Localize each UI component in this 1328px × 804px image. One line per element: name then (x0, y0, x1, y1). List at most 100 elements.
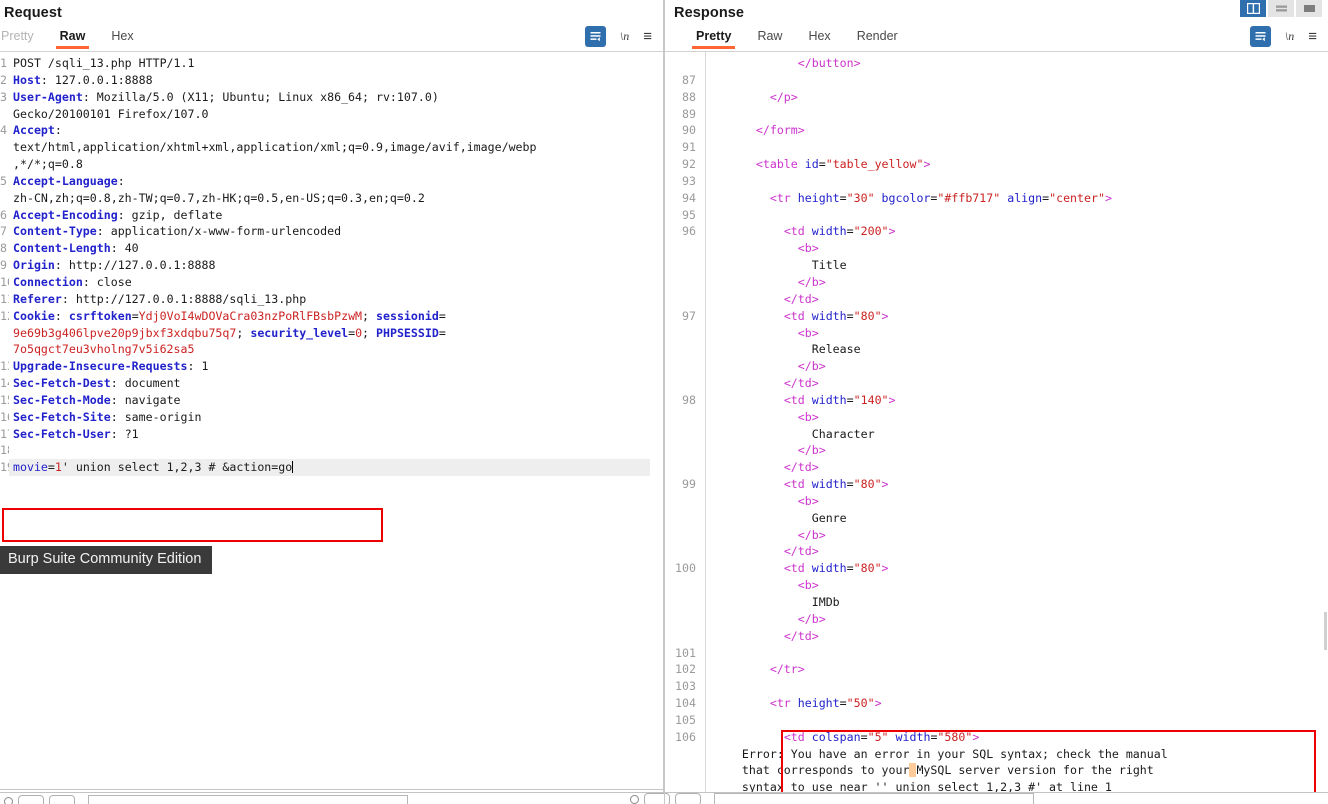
code-line: Accept-Encoding: gzip, deflate (13, 207, 663, 224)
code-token: zh-CN,zh;q=0.8,zh-TW;q=0.7,zh-HK;q=0.5,e… (13, 190, 425, 205)
code-line: </td> (714, 291, 1328, 308)
code-line: Accept: (13, 122, 663, 139)
code-token: </td> (783, 628, 819, 643)
code-line: <td width="80"> (714, 560, 1328, 577)
request-content[interactable]: POST /sqli_13.php HTTP/1.1 Host: 127.0.0.… (9, 52, 663, 477)
line-number: 17 (0, 426, 9, 441)
split-vertical-button[interactable] (1240, 0, 1266, 17)
line-number: 103 (675, 679, 696, 694)
split-horizontal-button[interactable] (1268, 0, 1294, 17)
code-token: = (839, 190, 847, 205)
tab-request-hex[interactable]: Hex (111, 25, 133, 48)
code-token: Cookie (13, 308, 55, 323)
code-line: <tr height="30" bgcolor="#ffb717" align=… (714, 190, 1328, 207)
code-token: align (1007, 190, 1043, 205)
sql-error-line: Error: You have an error in your SQL syn… (714, 746, 1328, 763)
line-number: 101 (675, 645, 696, 660)
text-caret (292, 461, 294, 474)
menu-icon[interactable]: ≡ (1308, 29, 1317, 44)
line-number: 98 (682, 392, 696, 407)
line-number (664, 426, 696, 443)
code-token: : close (82, 274, 132, 289)
tab-response-raw[interactable]: Raw (757, 25, 782, 48)
request-tab-actions: \n ≡ (584, 25, 663, 47)
tab-response-pretty[interactable]: Pretty (691, 25, 736, 49)
line-number (664, 55, 696, 72)
single-pane-button[interactable] (1296, 0, 1322, 17)
toggle-button-1[interactable] (18, 795, 44, 804)
code-line: <b> (714, 493, 1328, 510)
response-toggle-button-2[interactable] (675, 793, 701, 804)
request-body-line[interactable]: movie=1' union select 1,2,3 # &action=go (9, 459, 650, 477)
code-token: </td> (783, 291, 819, 306)
tab-request-raw[interactable]: Raw (55, 25, 90, 49)
search-input[interactable] (88, 795, 408, 804)
code-token: width (811, 392, 847, 407)
search-circle-icon[interactable] (4, 797, 13, 804)
code-token: sessionid (376, 308, 439, 323)
tab-request-pretty[interactable]: Pretty (1, 25, 34, 48)
response-search-circle-icon[interactable] (630, 795, 639, 804)
code-token: Sec-Fetch-User (13, 426, 111, 441)
request-panel: Request Pretty Raw Hex \n ≡ 1 2 3 4 5 6 … (0, 0, 664, 804)
line-number (664, 628, 696, 645)
menu-icon[interactable]: ≡ (643, 29, 652, 44)
code-token: : same-origin (110, 409, 202, 424)
code-token: > (923, 157, 931, 172)
code-line: <tr height="50"> (714, 695, 1328, 712)
code-line: Connection: close (13, 274, 663, 291)
response-toggle-button-1[interactable] (644, 793, 670, 804)
code-token: <b> (797, 325, 819, 340)
tab-response-hex[interactable]: Hex (808, 25, 830, 48)
line-number: 3 (0, 89, 7, 104)
response-code-area[interactable]: 87 88 89 90 91 92 93 94 95 96 97 98 99 100 101 102 103 10… (664, 52, 1328, 799)
code-token: </b> (797, 527, 826, 542)
code-token: width (895, 729, 931, 744)
code-line: <table id="table_yellow"> (714, 156, 1328, 173)
line-number: 19 (0, 460, 9, 475)
toggle-button-2[interactable] (49, 795, 75, 804)
code-line: Sec-Fetch-Dest: document (13, 375, 663, 392)
bottom-left-controls (0, 793, 408, 804)
line-number (664, 611, 696, 628)
code-token: "580" (937, 729, 973, 744)
line-number: 106 (675, 729, 696, 744)
line-number: 15 (0, 392, 9, 407)
code-token: Sec-Fetch-Site (13, 409, 111, 424)
response-search-input[interactable] (714, 793, 1034, 804)
tab-response-render[interactable]: Render (857, 25, 898, 48)
code-token: </td> (783, 544, 819, 559)
code-token: Accept (13, 123, 55, 138)
code-token: Referer (13, 291, 62, 306)
code-token: : document (110, 376, 181, 391)
line-number (664, 375, 696, 392)
code-token: = (846, 561, 854, 576)
request-code-area[interactable]: 12345678910111213141516171819 POST /sqli… (0, 52, 663, 790)
newline-icon[interactable]: \n (620, 29, 629, 44)
code-token: = (846, 477, 854, 492)
code-token: Release (811, 342, 861, 357)
response-content[interactable]: </button> </p> </form> <table id="table_… (706, 52, 1328, 796)
line-number: 93 (682, 173, 696, 188)
code-token: </b> (797, 443, 826, 458)
code-token: 7o5qgct7eu3vholng7v5i62sa5 (13, 342, 195, 357)
code-token: Content-Type (13, 224, 97, 239)
response-tabs: Pretty Raw Hex Render (691, 25, 924, 49)
panel-divider[interactable] (664, 0, 665, 804)
code-token: POST /sqli_13.php HTTP/1.1 (13, 56, 195, 70)
line-number: 4 (0, 123, 7, 138)
response-scrollbar[interactable] (1324, 612, 1327, 650)
request-line-numbers: 12345678910111213141516171819 (0, 52, 9, 476)
code-token: width (811, 308, 847, 323)
code-token: = (860, 729, 868, 744)
newline-icon[interactable]: \n (1285, 29, 1294, 44)
word-wrap-icon[interactable] (1249, 26, 1271, 47)
word-wrap-icon[interactable] (584, 26, 606, 47)
code-token: Genre (811, 510, 847, 525)
